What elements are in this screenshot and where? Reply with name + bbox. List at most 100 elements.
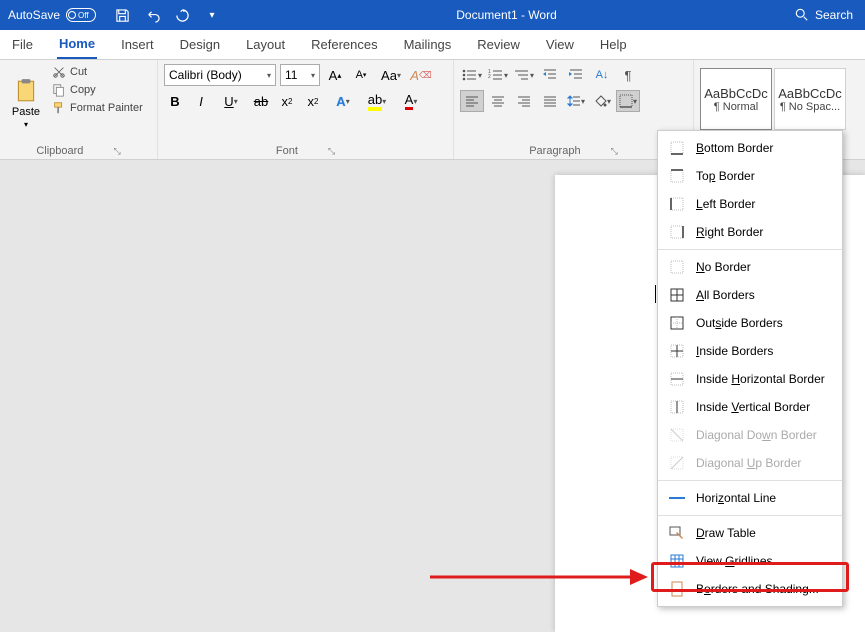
redo-icon[interactable] <box>174 7 190 23</box>
bold-button[interactable]: B <box>164 90 186 112</box>
search-button[interactable]: Search <box>783 8 865 22</box>
strike-button[interactable]: ab <box>250 90 272 112</box>
clipboard-launcher-icon[interactable]: ⤡ <box>113 146 120 157</box>
menu-top-border[interactable]: Top Border <box>658 162 842 190</box>
tab-view[interactable]: View <box>544 31 576 58</box>
underline-button[interactable]: U▾ <box>216 90 246 112</box>
menu-label: View Gridlines <box>696 554 773 568</box>
style-preview: AaBbCcDc <box>704 86 768 101</box>
highlight-button[interactable]: ab▾ <box>362 90 392 112</box>
clear-format-button[interactable]: A⌫ <box>410 64 432 86</box>
bullets-button[interactable]: ▾ <box>460 64 484 86</box>
draw-table-icon <box>668 524 686 542</box>
menu-draw-table[interactable]: Draw Table <box>658 519 842 547</box>
style-no-spacing[interactable]: AaBbCcDc ¶ No Spac... <box>774 68 846 130</box>
justify-button[interactable] <box>538 90 562 112</box>
tab-layout[interactable]: Layout <box>244 31 287 58</box>
quick-access-toolbar: ▾ <box>104 7 230 23</box>
diag-down-border-icon <box>668 426 686 444</box>
paragraph-launcher-icon[interactable]: ⤡ <box>611 146 618 157</box>
grow-font-button[interactable]: A▴ <box>324 64 346 86</box>
bottom-border-icon <box>668 139 686 157</box>
outdent-icon <box>542 68 558 82</box>
font-color-button[interactable]: A▾ <box>396 90 426 112</box>
tab-file[interactable]: File <box>10 31 35 58</box>
cut-icon <box>52 65 66 79</box>
menu-label: Diagonal Down Border <box>696 428 817 442</box>
font-family-select[interactable]: Calibri (Body)▾ <box>164 64 276 86</box>
right-border-icon <box>668 223 686 241</box>
shading-button[interactable]: ▾ <box>590 90 614 112</box>
tab-references[interactable]: References <box>309 31 379 58</box>
tab-review[interactable]: Review <box>475 31 522 58</box>
toggle-off-icon: Off <box>66 8 96 22</box>
sort-button[interactable]: A↓ <box>590 64 614 86</box>
font-launcher-icon[interactable]: ⤡ <box>328 146 335 157</box>
menu-horizontal-line[interactable]: Horizontal Line <box>658 484 842 512</box>
cut-button[interactable]: Cut <box>50 64 145 80</box>
tab-help[interactable]: Help <box>598 31 629 58</box>
menu-bottom-border[interactable]: Bottom Border <box>658 134 842 162</box>
tab-home[interactable]: Home <box>57 30 97 59</box>
svg-text:2: 2 <box>488 74 491 80</box>
superscript-button[interactable]: x2 <box>302 90 324 112</box>
multilevel-button[interactable]: ▾ <box>512 64 536 86</box>
shrink-font-button[interactable]: A▾ <box>350 64 372 86</box>
tab-insert[interactable]: Insert <box>119 31 156 58</box>
left-border-icon <box>668 195 686 213</box>
menu-view-gridlines[interactable]: View Gridlines <box>658 547 842 575</box>
increase-indent-button[interactable] <box>564 64 588 86</box>
menu-all-borders[interactable]: All Borders <box>658 281 842 309</box>
menu-no-border[interactable]: No Border <box>658 253 842 281</box>
qat-customize-icon[interactable]: ▾ <box>204 7 220 23</box>
menu-label: All Borders <box>696 288 755 302</box>
save-icon[interactable] <box>114 7 130 23</box>
group-label-font: Font <box>276 145 298 157</box>
ribbon-tabs: File Home Insert Design Layout Reference… <box>0 30 865 60</box>
font-size-select[interactable]: 11▾ <box>280 64 320 86</box>
menu-inside-h-border[interactable]: Inside Horizontal Border <box>658 365 842 393</box>
show-marks-button[interactable]: ¶ <box>616 64 640 86</box>
autosave-toggle[interactable]: AutoSave Off <box>0 8 104 22</box>
inside-h-border-icon <box>668 370 686 388</box>
change-case-button[interactable]: Aa▾ <box>376 64 406 86</box>
document-title: Document1 - Word <box>230 8 783 22</box>
menu-right-border[interactable]: Right Border <box>658 218 842 246</box>
menu-borders-and-shading[interactable]: Borders and Shading... <box>658 575 842 603</box>
gridlines-icon <box>668 552 686 570</box>
menu-inside-v-border[interactable]: Inside Vertical Border <box>658 393 842 421</box>
tab-mailings[interactable]: Mailings <box>402 31 454 58</box>
menu-label: Right Border <box>696 225 763 239</box>
paint-bucket-icon <box>593 94 607 108</box>
tab-design[interactable]: Design <box>178 31 222 58</box>
borders-button[interactable]: ▾ <box>616 90 640 112</box>
line-spacing-button[interactable]: ▾ <box>564 90 588 112</box>
paste-button[interactable]: Paste ▾ <box>6 64 46 143</box>
subscript-button[interactable]: x2 <box>276 90 298 112</box>
format-painter-button[interactable]: Format Painter <box>50 100 145 116</box>
menu-inside-borders[interactable]: Inside Borders <box>658 337 842 365</box>
line-spacing-icon <box>567 94 581 108</box>
multilevel-icon <box>514 68 530 82</box>
menu-diag-down-border: Diagonal Down Border <box>658 421 842 449</box>
undo-icon[interactable] <box>144 7 160 23</box>
align-left-button[interactable] <box>460 90 484 112</box>
format-painter-label: Format Painter <box>70 102 143 114</box>
style-normal[interactable]: AaBbCcDc ¶ Normal <box>700 68 772 130</box>
menu-label: Diagonal Up Border <box>696 456 801 470</box>
justify-icon <box>543 95 557 107</box>
decrease-indent-button[interactable] <box>538 64 562 86</box>
align-center-button[interactable] <box>486 90 510 112</box>
menu-label: Inside Vertical Border <box>696 400 810 414</box>
copy-button[interactable]: Copy <box>50 82 145 98</box>
menu-label: Horizontal Line <box>696 491 776 505</box>
text-effects-button[interactable]: A▾ <box>328 90 358 112</box>
menu-label: Outside Borders <box>696 316 783 330</box>
menu-outside-borders[interactable]: Outside Borders <box>658 309 842 337</box>
align-right-button[interactable] <box>512 90 536 112</box>
numbering-button[interactable]: 12▾ <box>486 64 510 86</box>
copy-label: Copy <box>70 84 96 96</box>
italic-button[interactable]: I <box>190 90 212 112</box>
group-font: Calibri (Body)▾ 11▾ A▴ A▾ Aa▾ A⌫ B I U▾ … <box>158 60 454 159</box>
menu-left-border[interactable]: Left Border <box>658 190 842 218</box>
